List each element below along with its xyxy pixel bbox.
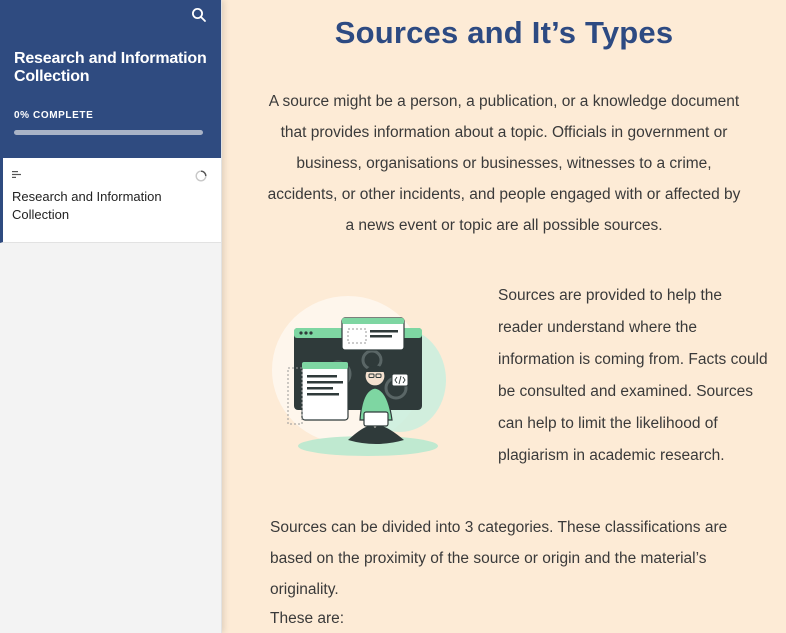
progress-bar — [14, 130, 203, 135]
side-paragraph: Sources are provided to help the reader … — [498, 287, 768, 464]
lesson-content: Sources and It’s Types A source might be… — [222, 0, 786, 633]
these-are-text: These are: — [270, 610, 345, 627]
page-title: Sources and It’s Types — [334, 15, 674, 50]
progress-label: 0% COMPLETE — [14, 110, 94, 121]
course-sidebar: Research and Information Collection 0% C… — [0, 0, 222, 633]
sidebar-lesson-item[interactable]: Research and Information Collection — [0, 158, 221, 243]
course-title: Research and Information Collection — [14, 50, 207, 85]
progress-circle-icon — [195, 170, 207, 182]
search-icon[interactable] — [191, 7, 207, 23]
categories-paragraph: Sources can be divided into 3 categories… — [270, 519, 728, 598]
intro-paragraph: A source might be a person, a publicatio… — [267, 93, 741, 234]
text-lines-icon — [12, 171, 21, 178]
sidebar-lesson-label: Research and Information Collection — [12, 189, 162, 222]
person-with-laptop-illustration — [272, 296, 446, 456]
sidebar-header: Research and Information Collection 0% C… — [0, 0, 221, 158]
